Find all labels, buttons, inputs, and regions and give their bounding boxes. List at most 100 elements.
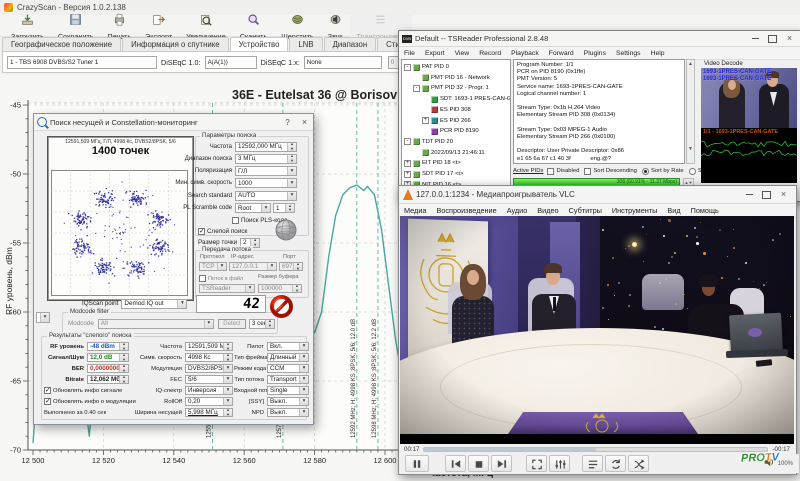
scroll-up-arrow[interactable]: ▲ [687,60,694,68]
vlc-loop-button[interactable] [605,455,626,472]
vlc-menu-видео[interactable]: Видео [532,206,563,215]
tree-item[interactable]: -PMT PID 32 - Progr. 1 [413,83,489,93]
vlc-menu-помощь[interactable]: Помощь [686,206,724,215]
sort-by-rate-radio[interactable] [642,168,649,175]
results-update-checkbox[interactable] [44,387,51,394]
param-spinner[interactable]: 3 МГц▴▾ [235,154,297,164]
result-spinner[interactable]: 12591,509 МГц▴▾ [185,342,233,352]
result-combo[interactable]: 5/6▾ [185,375,233,385]
dropdown-arrow-icon[interactable]: ▾ [299,398,308,406]
toolbar-button-comb[interactable]: Шерстить [274,15,321,38]
dropdown-arrow-icon[interactable]: ▾ [299,376,308,384]
dropdown-arrow-icon[interactable]: ▾ [223,398,232,406]
dropdown-arrow-icon[interactable]: ▾ [299,365,308,373]
spinner-arrows-icon[interactable]: ▴▾ [265,320,274,328]
clipped-combo[interactable]: ▾ [36,312,50,323]
result-combo[interactable]: Выкл.▾ [267,408,309,418]
tree-item[interactable]: -TDT PID 20 [404,137,453,147]
diseqc1x-combo[interactable]: None [304,56,382,69]
dropdown-arrow-icon[interactable]: ▾ [223,376,232,384]
toolbar-button-print[interactable]: Печать [101,15,139,38]
tab-1[interactable]: Географическое положение [2,37,121,51]
tuner-combo[interactable]: 1 - TBS 6908 DVBS/S2 Tuner 1 [7,56,157,69]
vlc-menu-медиа[interactable]: Медиа [399,206,431,215]
tsreader-minimize-button[interactable] [747,33,764,44]
dropdown-arrow-icon[interactable]: ▾ [287,167,296,175]
tab-2[interactable]: Информация о спутнике [122,37,229,51]
result-combo[interactable]: Single▾ [267,386,309,396]
tsreader-close-button[interactable]: × [781,33,798,44]
dialog-close-button[interactable]: × [296,117,313,128]
scroll-down-arrow[interactable]: ▼ [687,145,694,153]
tree-item[interactable]: PMT PID 16 - Network [413,73,490,83]
vlc-next-button[interactable] [491,455,512,472]
result-combo[interactable]: Инверсия▾ [185,386,233,396]
tsreader-menu-export[interactable]: Export [420,50,450,57]
result-combo[interactable]: Transport▾ [267,375,309,385]
param-combo[interactable]: AUTO▾ [235,191,297,201]
port-spinner[interactable]: 6971▴▾ [279,262,303,271]
pls-search-checkbox[interactable] [232,217,239,224]
dropdown-arrow-icon[interactable]: ▾ [287,192,296,200]
dropdown-arrow-icon[interactable]: ▾ [40,313,49,322]
dialog-titlebar[interactable]: Поиск несущей и Constellation-мониторинг… [34,114,313,131]
collapse-icon[interactable]: - [404,138,411,145]
sort-by-pid-radio[interactable] [689,168,696,175]
vlc-titlebar[interactable]: 127.0.0.1:1234 - Медиапроигрыватель VLC … [399,186,796,204]
result-spinner[interactable]: 5,998 МГц▴▾ [185,408,233,418]
dropdown-arrow-icon[interactable]: ▾ [204,320,213,328]
tsreader-menu-settings[interactable]: Settings [611,50,646,57]
iqscan-combo[interactable]: Demod IQ out▾ [121,299,187,309]
tab-4[interactable]: LNB [289,37,322,51]
vlc-shuffle-button[interactable] [628,455,649,472]
expand-icon[interactable]: + [404,160,411,167]
tree-item[interactable]: +EIT PID 18 <t> [404,158,461,168]
vlc-menu-субтитры[interactable]: Субтитры [564,206,607,215]
dropdown-arrow-icon[interactable]: ▾ [299,343,308,351]
dropdown-arrow-icon[interactable]: ▾ [223,365,232,373]
dropdown-arrow-icon[interactable]: ▾ [261,204,270,212]
tsreader-menu-view[interactable]: View [450,50,475,57]
tsreader-maximize-button[interactable] [764,33,781,44]
dropdown-arrow-icon[interactable]: ▾ [299,387,308,395]
detect-button[interactable]: Detect [218,319,246,329]
spinner-arrows-icon[interactable]: ▴▾ [223,343,232,351]
spinner-arrows-icon[interactable]: ▴▾ [223,409,232,417]
dropdown-arrow-icon[interactable]: ▾ [299,409,308,417]
result-combo[interactable]: Вкл.▾ [267,342,309,352]
tsreader-menu-help[interactable]: Help [646,50,670,57]
dropdown-arrow-icon[interactable]: ▾ [217,263,226,270]
toolbar-button-load[interactable]: Загрузить [4,15,51,38]
param-spinner[interactable]: 12592,000 МГц▴▾ [235,142,297,152]
toolbar-button-scan[interactable]: Сканить [233,15,275,38]
detect-interval-spinner[interactable]: 3 сек▴▾ [249,319,275,329]
tsreader-menu-plugins[interactable]: Plugins [579,50,611,57]
vlc-pause-button[interactable] [405,455,429,472]
result-combo[interactable]: CCM▾ [267,364,309,374]
toolbar-button-save[interactable]: Сохранить [51,15,101,38]
buffer-spinner[interactable]: 100000▴▾ [258,284,302,293]
spinner-arrows-icon[interactable]: ▴▾ [119,354,128,362]
stream-to-file-checkbox[interactable] [199,275,206,282]
expand-icon[interactable]: + [404,171,411,178]
diseqc10-combo[interactable]: A(A(1)) [205,56,257,69]
tree-item[interactable]: ES PID 308 [422,105,471,115]
result-combo[interactable]: Выкл.▾ [267,397,309,407]
result-spinner[interactable]: 4998 Кс▴▾ [185,353,233,363]
collapse-icon[interactable]: - [413,85,420,92]
vlc-fullscreen-button[interactable] [526,455,547,472]
dropdown-arrow-icon[interactable]: ▾ [267,263,276,270]
tsreader-titlebar[interactable]: DVB Default -- TSReader Professional 2.8… [399,31,800,47]
disabled-checkbox[interactable] [547,168,554,175]
result-combo[interactable]: Длинный▾ [267,353,309,363]
tsreader-menu-file[interactable]: File [399,50,420,57]
tree-item[interactable]: +SDT PID 17 <t> [404,169,463,179]
dialog-help-button[interactable]: ? [279,117,296,128]
vlc-maximize-button[interactable] [758,189,775,200]
tree-item[interactable]: 2022/09/13 21:46:11 [413,148,485,158]
dropdown-arrow-icon[interactable]: ▾ [287,179,296,187]
vlc-menu-аудио[interactable]: Аудио [502,206,533,215]
spinner-arrows-icon[interactable]: ▴▾ [223,354,232,362]
result-spinner[interactable]: 0,0000000▴▾ [87,364,129,374]
result-combo[interactable]: 0,20▾ [185,397,233,407]
